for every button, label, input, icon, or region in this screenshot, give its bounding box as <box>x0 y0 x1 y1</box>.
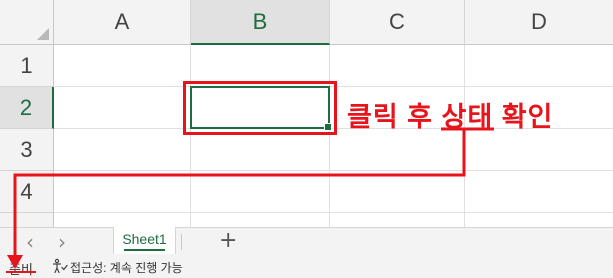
accessibility-icon[interactable] <box>52 258 68 274</box>
tab-divider <box>181 234 182 250</box>
status-ready-underline <box>6 271 36 273</box>
grid-line <box>329 45 330 227</box>
sheet-tab-sheet1[interactable]: Sheet1 <box>113 227 176 254</box>
sheet-tab-label: Sheet1 <box>122 231 167 247</box>
scroll-tabs-left-icon[interactable]: ‹ <box>26 230 34 254</box>
row-header-2[interactable]: 2 <box>0 87 54 129</box>
column-header-d[interactable]: D <box>465 0 613 45</box>
annotation-highlight-box <box>183 81 337 135</box>
column-header-a[interactable]: A <box>54 0 191 45</box>
row-header-3[interactable]: 3 <box>0 129 54 171</box>
grid-line <box>54 170 613 171</box>
status-bar: 준비 접근성: 계속 진행 가능 <box>0 255 613 278</box>
accessibility-status[interactable]: 접근성: 계속 진행 가능 <box>70 259 183 276</box>
grid-line <box>54 212 613 213</box>
row-header-1[interactable]: 1 <box>0 45 54 87</box>
sheet-tab-bar: ‹ › Sheet1 + <box>0 227 613 255</box>
select-all-triangle-icon <box>37 28 49 40</box>
status-ready-label: 준비 <box>9 262 33 277</box>
grid-line <box>464 45 465 227</box>
row-header-5-partial[interactable] <box>0 213 54 227</box>
grid-line <box>190 45 191 227</box>
row-header-4[interactable]: 4 <box>0 171 54 213</box>
add-sheet-icon[interactable]: + <box>219 228 237 253</box>
sheet-tab-active-indicator <box>124 249 165 251</box>
select-all-corner[interactable] <box>0 0 54 45</box>
annotation-text: 클릭 후 상태 확인 <box>347 102 554 132</box>
scroll-tabs-right-icon[interactable]: › <box>58 230 66 254</box>
column-header-b[interactable]: B <box>191 0 330 45</box>
column-header-c[interactable]: C <box>330 0 465 45</box>
